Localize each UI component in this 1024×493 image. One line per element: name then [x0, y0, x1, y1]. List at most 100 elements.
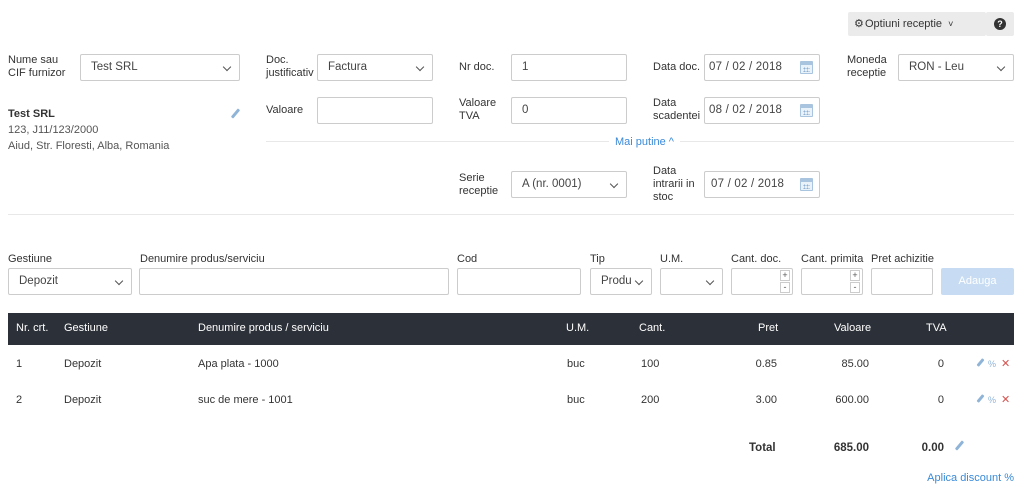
price-input[interactable]	[871, 268, 933, 295]
series-label: Serie receptie	[459, 172, 499, 197]
doc-date-label: Data doc.	[653, 61, 701, 73]
due-date-label: Data scadentei	[653, 97, 701, 122]
chevron-down-icon	[222, 62, 232, 72]
series-value: A (nr. 0001)	[522, 178, 582, 190]
doc-no-value: 1	[522, 61, 529, 73]
options-reception-button[interactable]: ⚙ Optiuni receptie ˅	[848, 12, 986, 36]
pencil-icon[interactable]	[230, 108, 241, 119]
supplier-label: Nume sau CIF furnizor	[8, 54, 66, 79]
help-button[interactable]: ?	[986, 12, 1014, 36]
vat-label: Valoare TVA	[459, 97, 497, 122]
doc-date-value: 07 / 02 / 2018	[709, 61, 783, 73]
add-button[interactable]: Adauga	[941, 268, 1014, 295]
header-gestiune: Gestiune	[64, 322, 109, 334]
decrement-button[interactable]: -	[850, 282, 860, 293]
header-pret: Pret	[758, 322, 779, 334]
items-table-header: Nr. crt. Gestiune Denumire produs / serv…	[8, 313, 1014, 345]
calendar-icon[interactable]	[800, 104, 813, 117]
total-vat: 0.00	[921, 442, 944, 454]
increment-button[interactable]: +	[780, 270, 790, 281]
code-input[interactable]	[457, 268, 581, 295]
doc-type-select[interactable]: Factura	[317, 54, 433, 81]
percent-icon[interactable]: %	[988, 395, 996, 406]
total-label: Total	[749, 442, 776, 454]
row-nr: 2	[16, 394, 23, 406]
doc-no-input[interactable]: 1	[511, 54, 627, 81]
qty-recv-input[interactable]: + -	[801, 268, 863, 295]
due-date-input[interactable]: 08 / 02 / 2018	[704, 97, 820, 124]
calendar-icon[interactable]	[800, 178, 813, 191]
row-gestiune: Depozit	[64, 394, 102, 406]
chevron-down-icon	[114, 276, 124, 286]
row-valoare: 600.00	[835, 394, 869, 406]
qty-doc-label: Cant. doc.	[731, 253, 782, 265]
chevron-down-icon	[634, 276, 644, 286]
row-cant: 200	[641, 394, 660, 406]
type-value: Produ	[601, 275, 632, 287]
vat-input[interactable]: 0	[511, 97, 627, 124]
product-input[interactable]	[139, 268, 449, 295]
header-produs: Denumire produs / serviciu	[198, 322, 329, 334]
supplier-reg: 123, J11/123/2000	[8, 124, 99, 136]
pencil-icon[interactable]	[976, 394, 985, 403]
supplier-address: Aiud, Str. Floresti, Alba, Romania	[8, 140, 170, 152]
apply-discount-link[interactable]: Aplica discount %	[927, 472, 1014, 484]
row-produs: Apa plata - 1000	[198, 358, 279, 370]
row-tva: 0	[937, 358, 944, 370]
options-reception-label: Optiuni receptie	[865, 18, 943, 30]
row-um: buc	[567, 358, 585, 370]
doc-no-label: Nr doc.	[459, 61, 495, 73]
stock-date-input[interactable]: 07 / 02 / 2018	[704, 171, 820, 198]
supplier-select[interactable]: Test SRL	[80, 54, 240, 81]
less-options-link[interactable]: Mai putine ^	[609, 136, 680, 148]
supplier-name: Test SRL	[8, 108, 55, 120]
delete-icon[interactable]: ✕	[1001, 395, 1010, 406]
header-um: U.M.	[566, 322, 590, 334]
code-label: Cod	[457, 253, 478, 265]
delete-icon[interactable]: ✕	[1001, 359, 1010, 370]
vat-value: 0	[522, 104, 529, 116]
value-input[interactable]	[317, 97, 433, 124]
stock-date-value: 07 / 02 / 2018	[711, 178, 785, 190]
doc-date-input[interactable]: 07 / 02 / 2018	[704, 54, 820, 81]
stock-date-label: Data intrarii in stoc	[653, 165, 695, 203]
calendar-icon[interactable]	[800, 61, 813, 74]
um-select[interactable]	[660, 268, 723, 295]
um-label: U.M.	[660, 253, 684, 265]
header-cant: Cant.	[639, 322, 666, 334]
type-select[interactable]: Produ	[590, 268, 652, 295]
row-produs: suc de mere - 1001	[198, 394, 293, 406]
question-icon: ?	[994, 18, 1006, 30]
gear-icon: ⚙	[854, 18, 864, 30]
row-tva: 0	[937, 394, 944, 406]
doc-type-value: Factura	[328, 61, 367, 73]
currency-select[interactable]: RON - Leu	[898, 54, 1014, 81]
series-select[interactable]: A (nr. 0001)	[511, 171, 627, 198]
gestiune-label: Gestiune	[8, 253, 53, 265]
value-label: Valoare	[266, 104, 304, 116]
gestiune-select[interactable]: Depozit	[8, 268, 132, 295]
chevron-down-icon	[705, 276, 715, 286]
currency-label: Moneda receptie	[847, 54, 887, 79]
decrement-button[interactable]: -	[780, 282, 790, 293]
header-tva: TVA	[926, 322, 947, 334]
header-nr: Nr. crt.	[16, 322, 49, 334]
increment-button[interactable]: +	[850, 270, 860, 281]
row-pret: 3.00	[755, 394, 777, 406]
percent-icon[interactable]: %	[988, 359, 996, 370]
chevron-down-icon	[996, 62, 1006, 72]
price-label: Pret achizitie	[871, 253, 934, 265]
row-nr: 1	[16, 358, 23, 370]
pencil-icon[interactable]	[954, 440, 965, 451]
due-date-value: 08 / 02 / 2018	[709, 104, 783, 116]
row-valoare: 85.00	[841, 358, 869, 370]
chevron-down-icon	[415, 62, 425, 72]
gestiune-value: Depozit	[19, 275, 58, 287]
doc-type-label: Doc. justificativ	[266, 54, 314, 79]
pencil-icon[interactable]	[976, 358, 985, 367]
type-label: Tip	[590, 253, 605, 265]
total-value: 685.00	[833, 442, 869, 454]
row-pret: 0.85	[755, 358, 777, 370]
product-label: Denumire produs/serviciu	[140, 253, 265, 265]
qty-doc-input[interactable]: + -	[731, 268, 793, 295]
